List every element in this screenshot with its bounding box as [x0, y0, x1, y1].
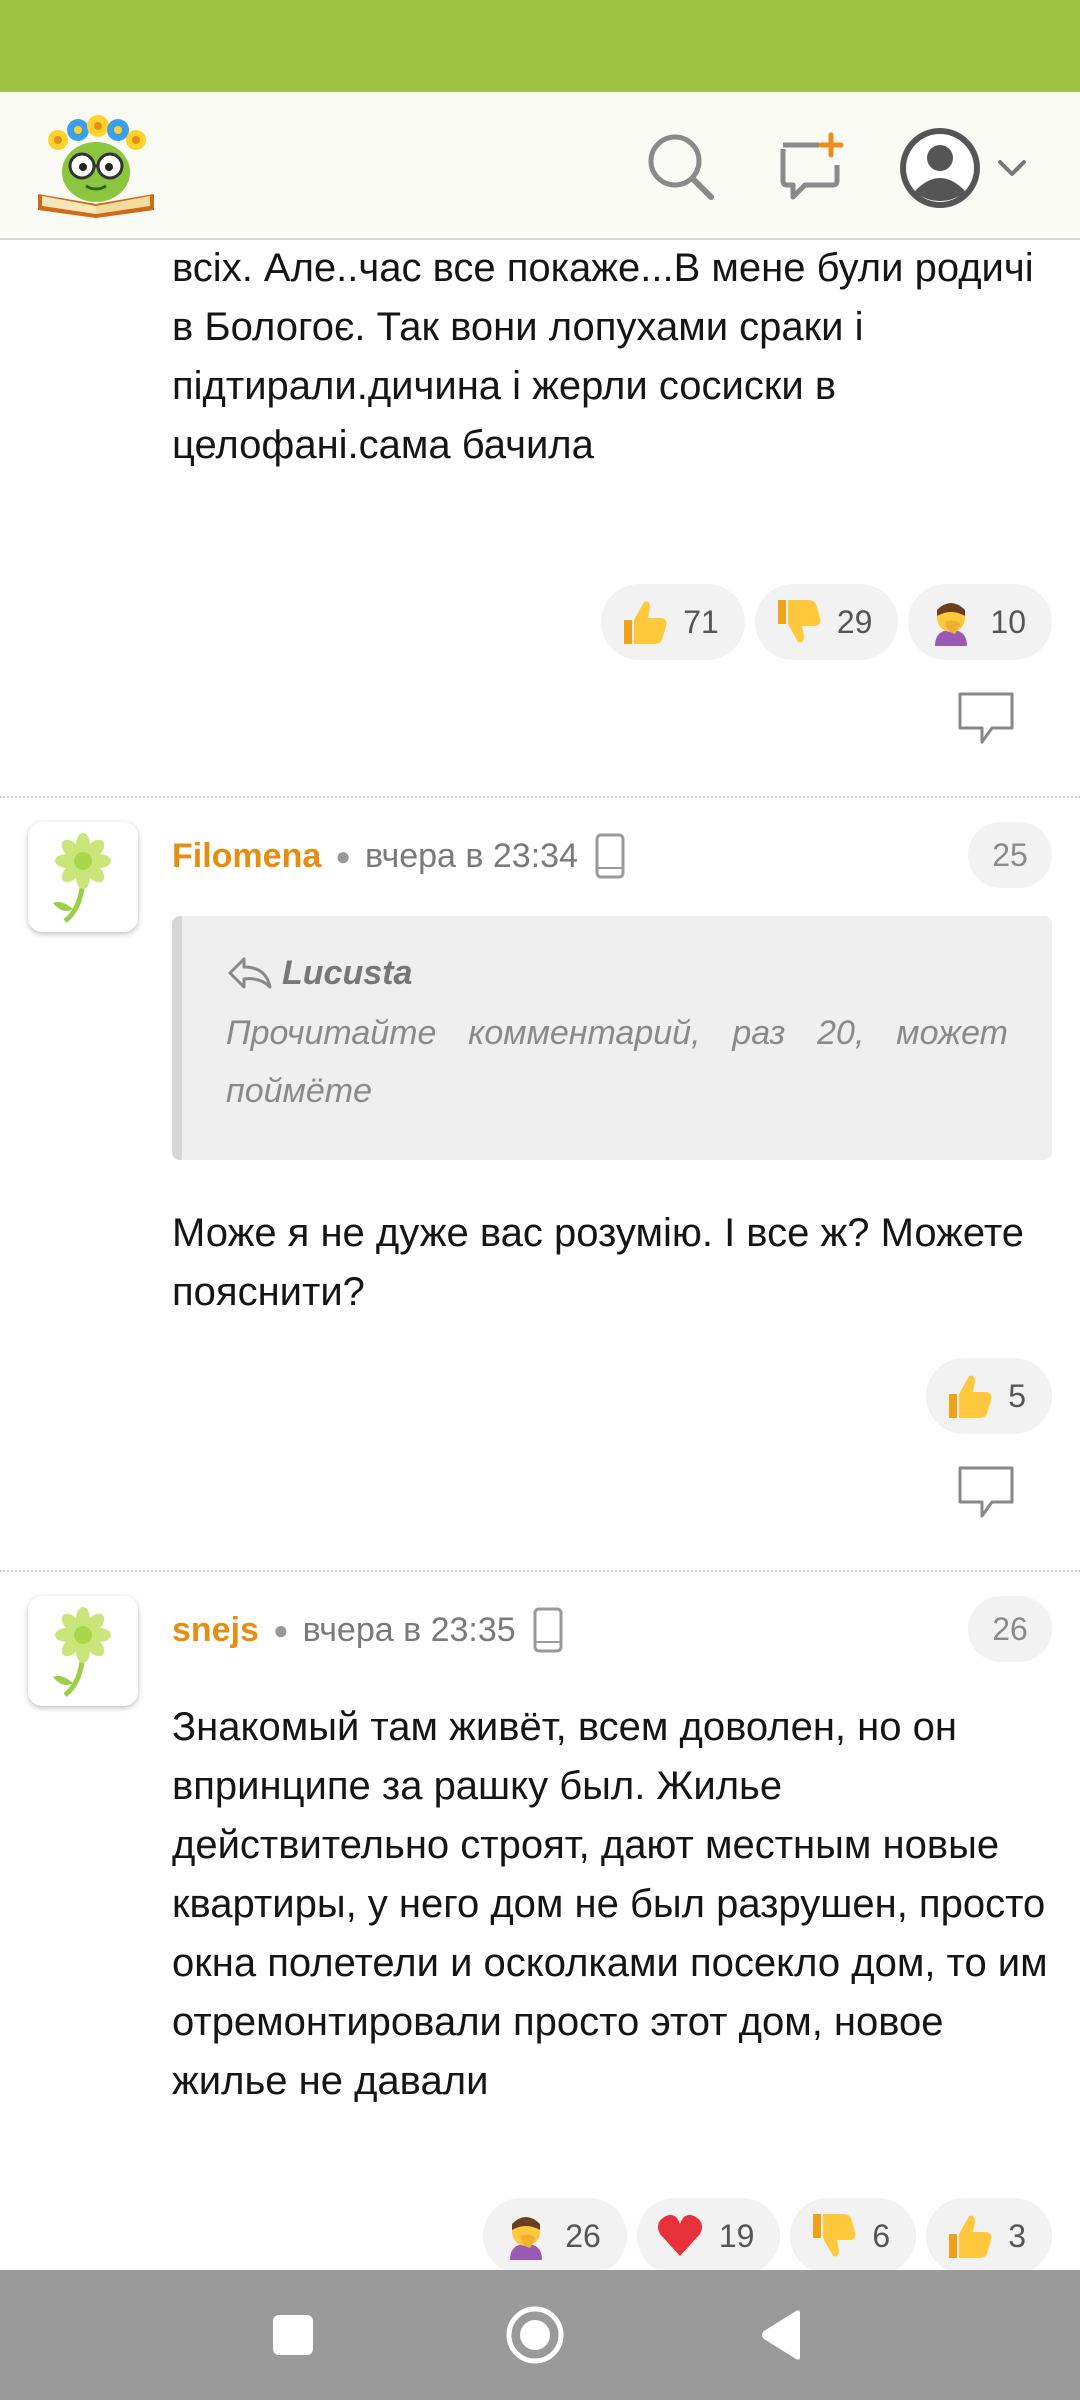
- comment-number-badge[interactable]: 26: [968, 1596, 1052, 1662]
- quote-text: Прочитайте комментарий, раз 20, может по…: [226, 1014, 1008, 1110]
- search-icon: [648, 134, 714, 200]
- back-triangle-icon: [762, 2310, 800, 2360]
- recent-apps-button[interactable]: [258, 2300, 328, 2370]
- reaction-heart[interactable]: 19: [636, 2198, 781, 2270]
- avatar[interactable]: [28, 822, 138, 932]
- status-bar: [0, 0, 1080, 92]
- new-post-icon: [780, 132, 844, 200]
- thumbs-down-icon: [771, 595, 825, 649]
- comment-time: вчера в 23:34: [364, 836, 578, 875]
- flower-icon: [53, 1607, 111, 1697]
- new-post-button[interactable]: [766, 122, 856, 212]
- reaction-count: 29: [836, 603, 873, 640]
- reaction-thumbs-up[interactable]: 5: [926, 1358, 1052, 1434]
- reaction-facepalm[interactable]: 26: [483, 2198, 627, 2270]
- reactions-bar: 26 19 6 3: [483, 2198, 1052, 2270]
- flower-icon: [53, 833, 111, 923]
- comments-feed: палки під лопухом. Маріуполь це показуха…: [0, 240, 1080, 2270]
- reactions-bar: 5: [926, 1358, 1052, 1434]
- comment-body: Може я не дуже вас розумію. І все ж? Мож…: [172, 1211, 1024, 1314]
- reaction-thumbs-up[interactable]: 71: [601, 584, 745, 660]
- home-circle-icon: [506, 2306, 564, 2364]
- comment-number-badge[interactable]: 25: [968, 822, 1052, 888]
- comment-author[interactable]: Filomena: [172, 837, 321, 876]
- reaction-thumbs-down[interactable]: 29: [754, 584, 899, 660]
- quote-header: Lucusta: [226, 946, 1008, 1000]
- facepalm-icon: [924, 595, 978, 649]
- home-button[interactable]: [500, 2300, 570, 2370]
- reaction-count: 71: [683, 603, 719, 640]
- comment-time: вчера в 23:35: [302, 1610, 516, 1649]
- reply-arrow-icon: [228, 957, 272, 989]
- reply-icon[interactable]: [956, 1464, 1016, 1520]
- separator-dot: ●: [272, 1614, 289, 1645]
- thumbs-up-icon: [942, 1369, 996, 1423]
- reaction-count: 26: [565, 2217, 601, 2254]
- comment-meta: snejs ● вчера в 23:35: [172, 1600, 564, 1660]
- square-icon: [273, 2315, 313, 2355]
- reaction-count: 3: [1008, 2217, 1026, 2254]
- reaction-count: 5: [1008, 1377, 1026, 1414]
- reply-icon[interactable]: [956, 690, 1016, 746]
- comment-body: палки під лопухом. Маріуполь це показуха…: [172, 246, 1034, 467]
- heart-icon: [653, 2209, 707, 2263]
- app-header: [0, 92, 1080, 240]
- reaction-count: 6: [872, 2217, 891, 2254]
- reaction-thumbs-up[interactable]: 3: [926, 2198, 1052, 2270]
- avatar[interactable]: [28, 1596, 138, 1706]
- quote-author: Lucusta: [282, 953, 413, 992]
- site-logo[interactable]: [34, 110, 158, 220]
- back-button[interactable]: [748, 2300, 818, 2370]
- comment-divider: [0, 1570, 1080, 1572]
- system-nav-bar: [0, 2270, 1080, 2400]
- search-button[interactable]: [636, 122, 726, 212]
- reaction-thumbs-down[interactable]: 6: [790, 2198, 917, 2270]
- thumbs-up-icon: [942, 2209, 996, 2263]
- chevron-down-icon: [998, 160, 1026, 176]
- reaction-facepalm[interactable]: 10: [908, 584, 1052, 660]
- comment-meta: Filomena ● вчера в 23:34: [172, 826, 626, 886]
- thumbs-down-icon: [806, 2209, 860, 2263]
- avatar-icon: [900, 128, 980, 208]
- profile-menu-button[interactable]: [890, 118, 1040, 218]
- reaction-count: 10: [990, 603, 1026, 640]
- reactions-bar: 71 29 10: [601, 584, 1052, 660]
- reaction-count: 19: [718, 2217, 755, 2254]
- thumbs-up-icon: [617, 595, 671, 649]
- quote-block: Lucusta Прочитайте комментарий, раз 20, …: [172, 916, 1052, 1160]
- comment-body: Знакомый там живёт, всем доволен, но он …: [172, 1705, 1048, 2103]
- mobile-device-icon: [532, 1606, 564, 1654]
- facepalm-icon: [499, 2209, 553, 2263]
- comment-divider: [0, 796, 1080, 798]
- separator-dot: ●: [335, 840, 351, 871]
- mobile-device-icon: [594, 832, 626, 880]
- comment-author[interactable]: snejs: [172, 1611, 259, 1650]
